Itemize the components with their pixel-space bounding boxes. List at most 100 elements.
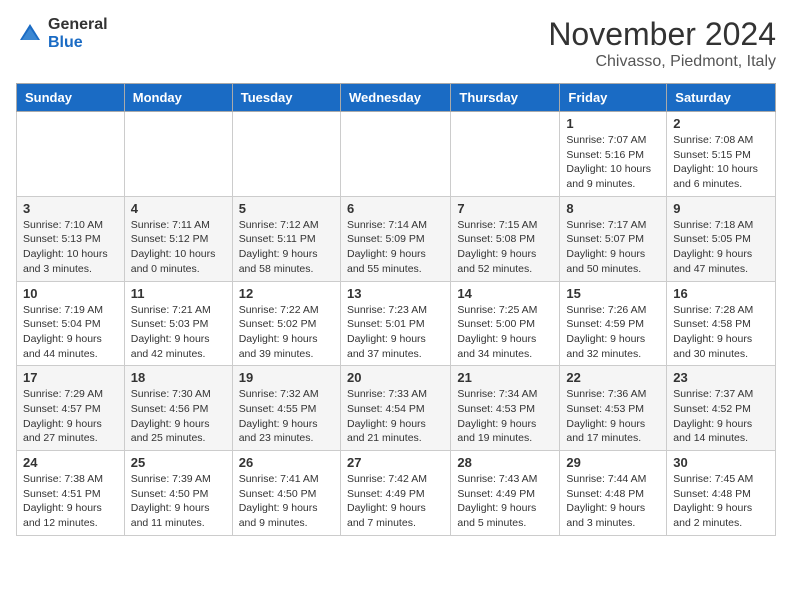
day-number: 21 (457, 370, 553, 385)
calendar-row-4: 24Sunrise: 7:38 AM Sunset: 4:51 PM Dayli… (17, 451, 776, 536)
day-number: 16 (673, 286, 769, 301)
logo-blue-text: Blue (48, 34, 108, 52)
day-info: Sunrise: 7:44 AM Sunset: 4:48 PM Dayligh… (566, 472, 660, 531)
header-friday: Friday (560, 84, 667, 112)
day-number: 17 (23, 370, 118, 385)
day-number: 5 (239, 201, 334, 216)
day-info: Sunrise: 7:17 AM Sunset: 5:07 PM Dayligh… (566, 218, 660, 277)
calendar-row-3: 17 Sunrise: 7:29 AM Sunset: 4:57 PM Dayli… (17, 366, 776, 451)
calendar-cell: 6Sunrise: 7:14 AM Sunset: 5:09 PM Daylig… (340, 196, 450, 281)
calendar-cell: 25Sunrise: 7:39 AM Sunset: 4:50 PM Dayli… (124, 451, 232, 536)
logo[interactable]: General Blue (16, 16, 108, 51)
day-info: Sunrise: 7:15 AM Sunset: 5:08 PM Dayligh… (457, 218, 553, 277)
day-info: Sunrise: 7:19 AM Sunset: 5:04 PM Dayligh… (23, 303, 118, 362)
calendar-cell: 14Sunrise: 7:25 AM Sunset: 5:00 PM Dayli… (451, 281, 560, 366)
calendar-cell: 28 Sunrise: 7:43 AM Sunset: 4:49 PM Dayli… (451, 451, 560, 536)
day-number: 26 (239, 455, 334, 470)
calendar-cell: 30 Sunrise: 7:45 AM Sunset: 4:48 PM Dayli… (667, 451, 776, 536)
calendar-table: Sunday Monday Tuesday Wednesday Thursday… (16, 83, 776, 536)
calendar-cell (340, 112, 450, 197)
month-title: November 2024 (548, 16, 776, 53)
page-header: General Blue November 2024 Chivasso, Pie… (16, 16, 776, 71)
calendar-cell: 29 Sunrise: 7:44 AM Sunset: 4:48 PM Dayli… (560, 451, 667, 536)
calendar-cell: 5 Sunrise: 7:12 AM Sunset: 5:11 PM Daylig… (232, 196, 340, 281)
day-number: 29 (566, 455, 660, 470)
day-number: 11 (131, 286, 226, 301)
day-info: Sunrise: 7:45 AM Sunset: 4:48 PM Dayligh… (673, 472, 769, 531)
day-number: 25 (131, 455, 226, 470)
day-number: 7 (457, 201, 553, 216)
day-info: Sunrise: 7:07 AM Sunset: 5:16 PM Dayligh… (566, 133, 660, 192)
calendar-cell: 18 Sunrise: 7:30 AM Sunset: 4:56 PM Dayli… (124, 366, 232, 451)
day-number: 27 (347, 455, 444, 470)
calendar-row-0: 1Sunrise: 7:07 AM Sunset: 5:16 PM Daylig… (17, 112, 776, 197)
day-info: Sunrise: 7:11 AM Sunset: 5:12 PM Dayligh… (131, 218, 226, 277)
day-info: Sunrise: 7:42 AM Sunset: 4:49 PM Dayligh… (347, 472, 444, 531)
calendar-cell: 1Sunrise: 7:07 AM Sunset: 5:16 PM Daylig… (560, 112, 667, 197)
calendar-cell: 3Sunrise: 7:10 AM Sunset: 5:13 PM Daylig… (17, 196, 125, 281)
logo-text: General Blue (48, 16, 108, 51)
calendar-cell (451, 112, 560, 197)
day-info: Sunrise: 7:32 AM Sunset: 4:55 PM Dayligh… (239, 387, 334, 446)
header-tuesday: Tuesday (232, 84, 340, 112)
day-info: Sunrise: 7:36 AM Sunset: 4:53 PM Dayligh… (566, 387, 660, 446)
day-info: Sunrise: 7:43 AM Sunset: 4:49 PM Dayligh… (457, 472, 553, 531)
calendar-cell: 23 Sunrise: 7:37 AM Sunset: 4:52 PM Dayli… (667, 366, 776, 451)
day-number: 19 (239, 370, 334, 385)
day-info: Sunrise: 7:12 AM Sunset: 5:11 PM Dayligh… (239, 218, 334, 277)
calendar-cell: 26 Sunrise: 7:41 AM Sunset: 4:50 PM Dayli… (232, 451, 340, 536)
day-info: Sunrise: 7:41 AM Sunset: 4:50 PM Dayligh… (239, 472, 334, 531)
title-section: November 2024 Chivasso, Piedmont, Italy (548, 16, 776, 71)
day-info: Sunrise: 7:28 AM Sunset: 4:58 PM Dayligh… (673, 303, 769, 362)
day-info: Sunrise: 7:38 AM Sunset: 4:51 PM Dayligh… (23, 472, 118, 531)
calendar-cell (17, 112, 125, 197)
day-number: 8 (566, 201, 660, 216)
day-info: Sunrise: 7:22 AM Sunset: 5:02 PM Dayligh… (239, 303, 334, 362)
calendar-cell: 16 Sunrise: 7:28 AM Sunset: 4:58 PM Dayli… (667, 281, 776, 366)
calendar-cell: 9 Sunrise: 7:18 AM Sunset: 5:05 PM Daylig… (667, 196, 776, 281)
day-info: Sunrise: 7:30 AM Sunset: 4:56 PM Dayligh… (131, 387, 226, 446)
calendar-cell: 22 Sunrise: 7:36 AM Sunset: 4:53 PM Dayli… (560, 366, 667, 451)
calendar-row-1: 3Sunrise: 7:10 AM Sunset: 5:13 PM Daylig… (17, 196, 776, 281)
day-number: 13 (347, 286, 444, 301)
day-number: 9 (673, 201, 769, 216)
day-info: Sunrise: 7:21 AM Sunset: 5:03 PM Dayligh… (131, 303, 226, 362)
day-info: Sunrise: 7:23 AM Sunset: 5:01 PM Dayligh… (347, 303, 444, 362)
calendar-cell (232, 112, 340, 197)
day-number: 2 (673, 116, 769, 131)
day-number: 3 (23, 201, 118, 216)
day-info: Sunrise: 7:29 AM Sunset: 4:57 PM Dayligh… (23, 387, 118, 446)
calendar-cell: 17 Sunrise: 7:29 AM Sunset: 4:57 PM Dayli… (17, 366, 125, 451)
location-title: Chivasso, Piedmont, Italy (548, 53, 776, 71)
calendar-cell: 11 Sunrise: 7:21 AM Sunset: 5:03 PM Dayli… (124, 281, 232, 366)
day-number: 20 (347, 370, 444, 385)
calendar-cell: 8 Sunrise: 7:17 AM Sunset: 5:07 PM Daylig… (560, 196, 667, 281)
day-number: 10 (23, 286, 118, 301)
day-number: 6 (347, 201, 444, 216)
calendar-cell: 21Sunrise: 7:34 AM Sunset: 4:53 PM Dayli… (451, 366, 560, 451)
day-number: 18 (131, 370, 226, 385)
calendar-cell: 7 Sunrise: 7:15 AM Sunset: 5:08 PM Daylig… (451, 196, 560, 281)
calendar-cell: 4Sunrise: 7:11 AM Sunset: 5:12 PM Daylig… (124, 196, 232, 281)
logo-general-text: General (48, 16, 108, 34)
day-number: 22 (566, 370, 660, 385)
day-number: 30 (673, 455, 769, 470)
day-info: Sunrise: 7:37 AM Sunset: 4:52 PM Dayligh… (673, 387, 769, 446)
day-number: 23 (673, 370, 769, 385)
calendar-cell: 15 Sunrise: 7:26 AM Sunset: 4:59 PM Dayli… (560, 281, 667, 366)
logo-icon (16, 20, 44, 48)
header-sunday: Sunday (17, 84, 125, 112)
day-info: Sunrise: 7:26 AM Sunset: 4:59 PM Dayligh… (566, 303, 660, 362)
calendar-cell: 20Sunrise: 7:33 AM Sunset: 4:54 PM Dayli… (340, 366, 450, 451)
day-number: 14 (457, 286, 553, 301)
calendar-cell: 2Sunrise: 7:08 AM Sunset: 5:15 PM Daylig… (667, 112, 776, 197)
calendar-cell: 27 Sunrise: 7:42 AM Sunset: 4:49 PM Dayli… (340, 451, 450, 536)
day-number: 15 (566, 286, 660, 301)
day-number: 28 (457, 455, 553, 470)
day-info: Sunrise: 7:18 AM Sunset: 5:05 PM Dayligh… (673, 218, 769, 277)
calendar-cell: 10 Sunrise: 7:19 AM Sunset: 5:04 PM Dayli… (17, 281, 125, 366)
calendar-cell: 24Sunrise: 7:38 AM Sunset: 4:51 PM Dayli… (17, 451, 125, 536)
weekday-header-row: Sunday Monday Tuesday Wednesday Thursday… (17, 84, 776, 112)
calendar-cell: 13 Sunrise: 7:23 AM Sunset: 5:01 PM Dayli… (340, 281, 450, 366)
calendar-row-2: 10 Sunrise: 7:19 AM Sunset: 5:04 PM Dayli… (17, 281, 776, 366)
